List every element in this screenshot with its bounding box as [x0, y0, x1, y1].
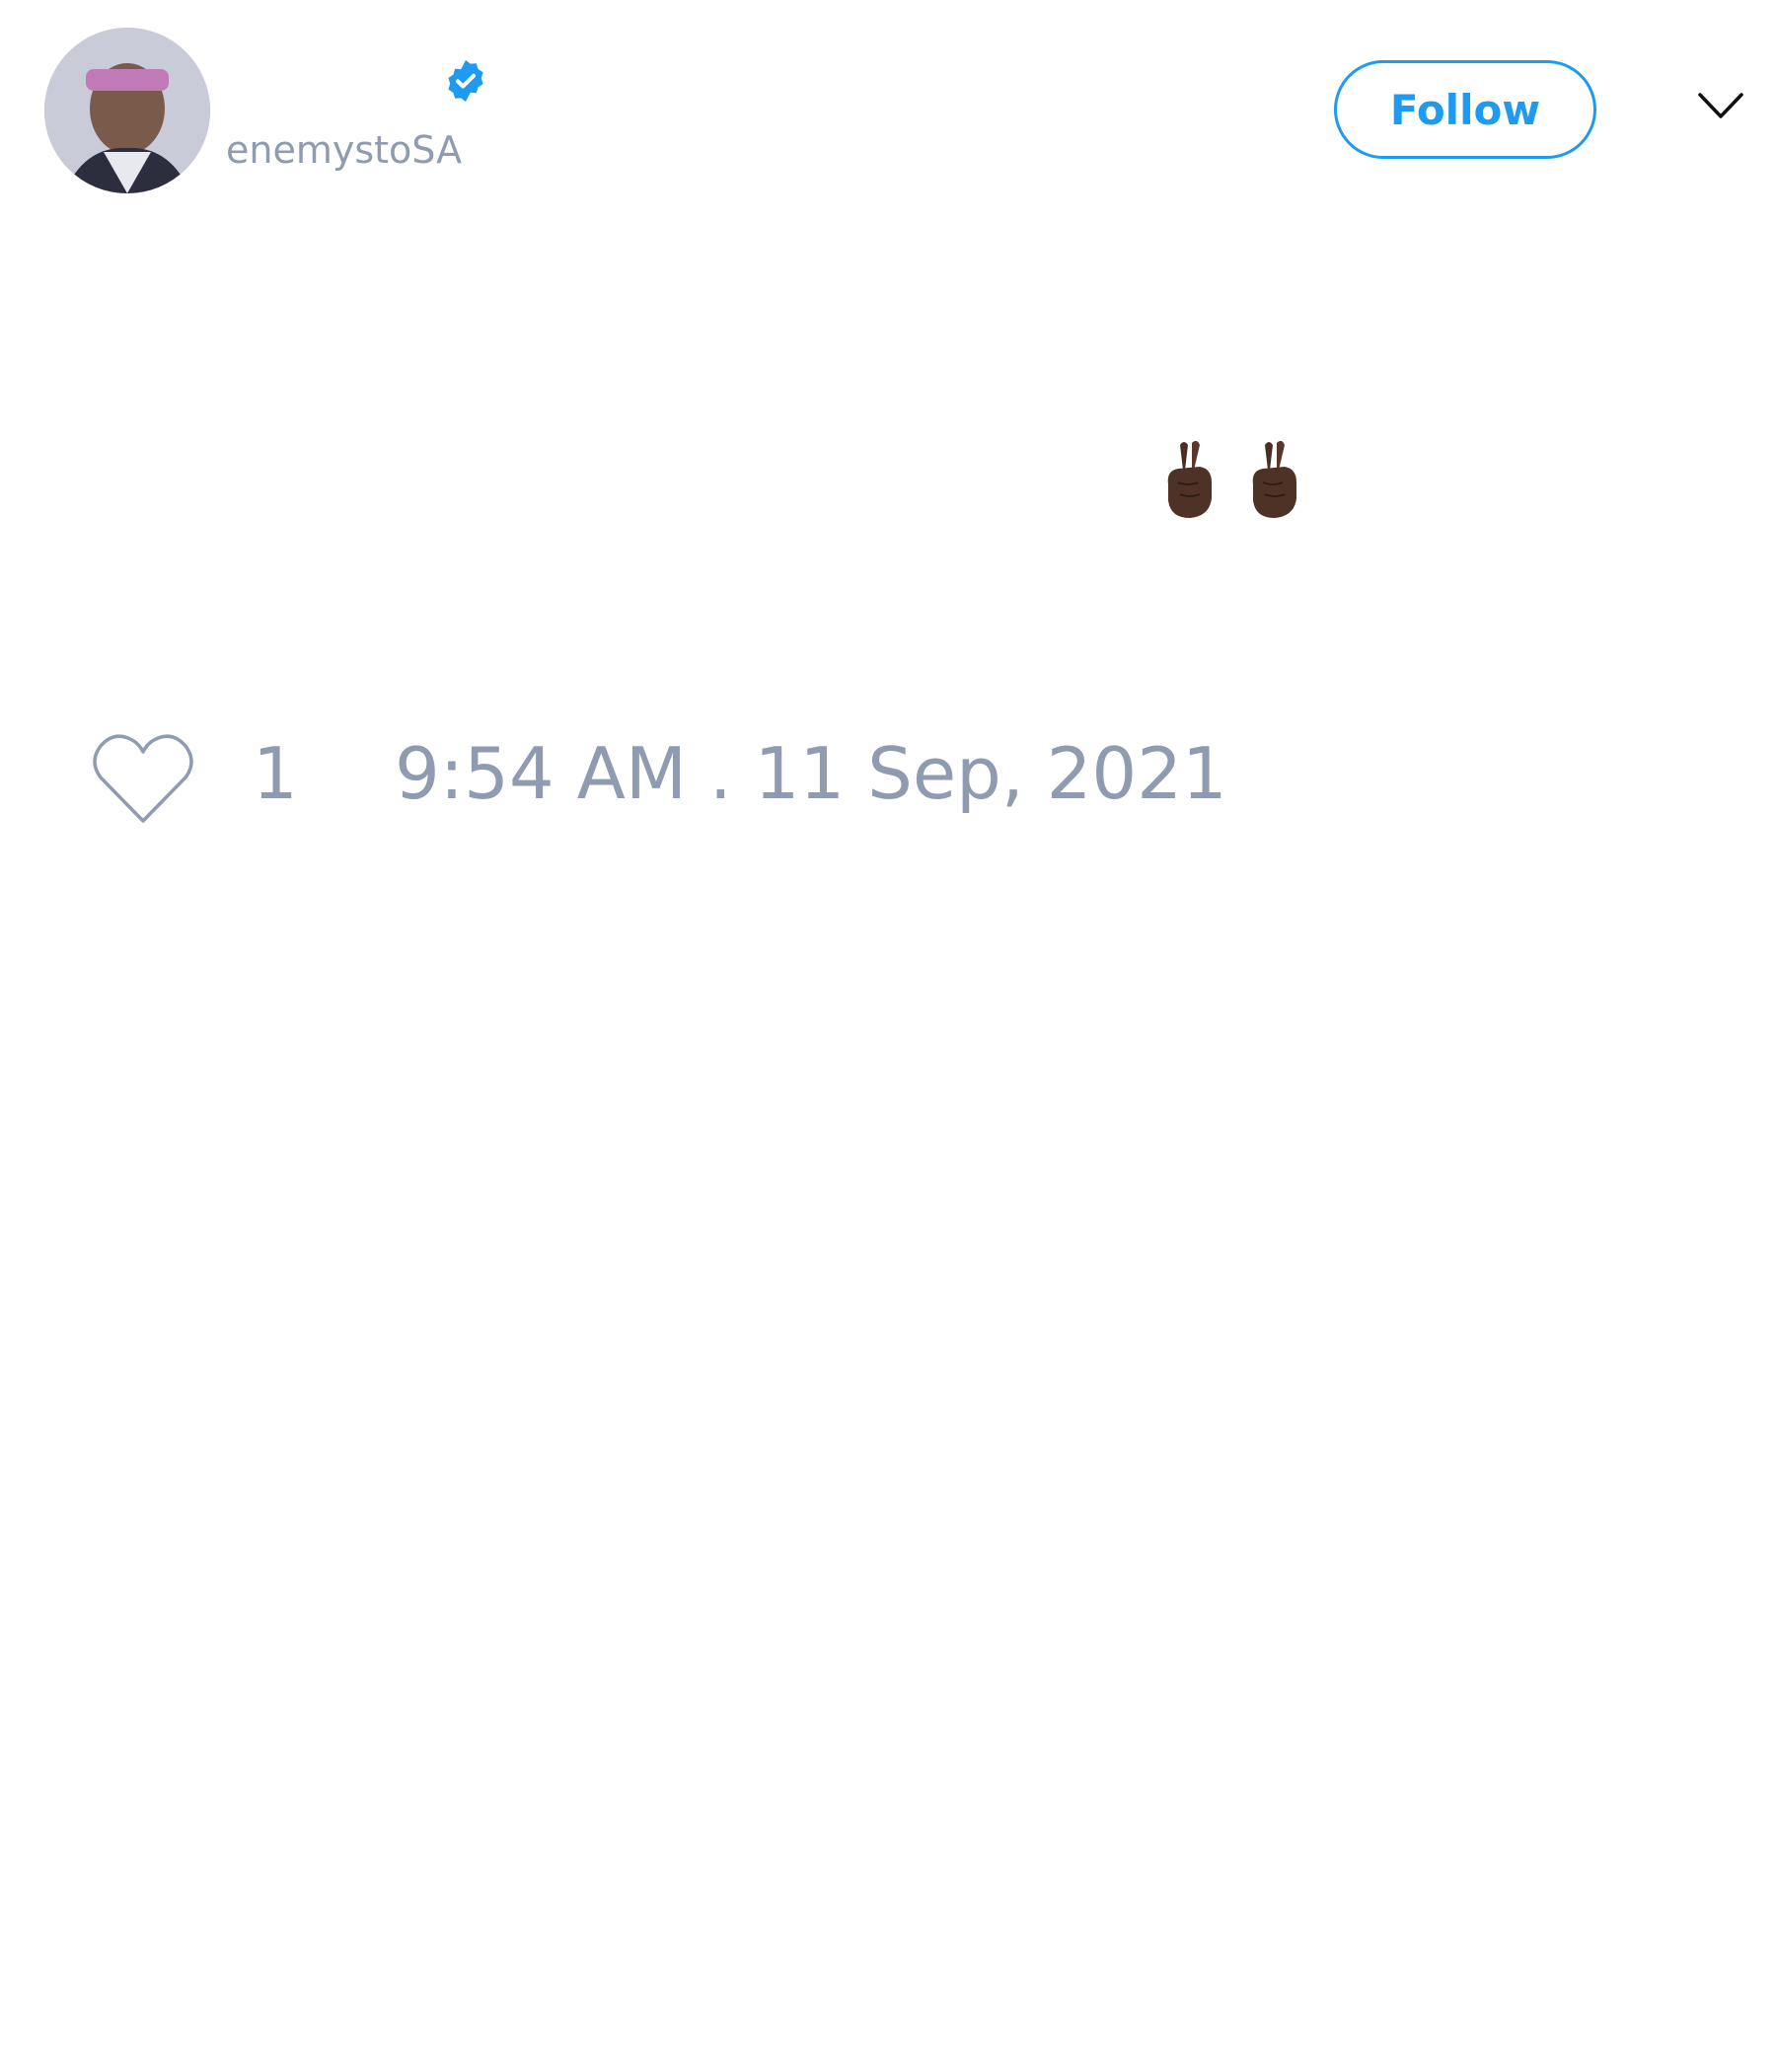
heart-icon[interactable] — [91, 732, 195, 827]
tweet-timestamp[interactable]: 9:54 AM . 11 Sep, 2021 — [395, 738, 1227, 809]
chevron-down-icon[interactable] — [1697, 91, 1744, 120]
like-count: 1 — [253, 732, 298, 815]
follow-button[interactable]: Follow — [1334, 60, 1596, 159]
crossed-fingers-emoji-icon — [1167, 440, 1212, 518]
tweet-text — [1154, 439, 1306, 528]
author-handle[interactable]: enemystoSA — [226, 128, 462, 172]
verified-badge-icon — [448, 60, 483, 102]
avatar-photo — [44, 28, 210, 193]
crossed-fingers-emoji-icon — [1252, 440, 1296, 518]
avatar[interactable] — [44, 28, 210, 193]
